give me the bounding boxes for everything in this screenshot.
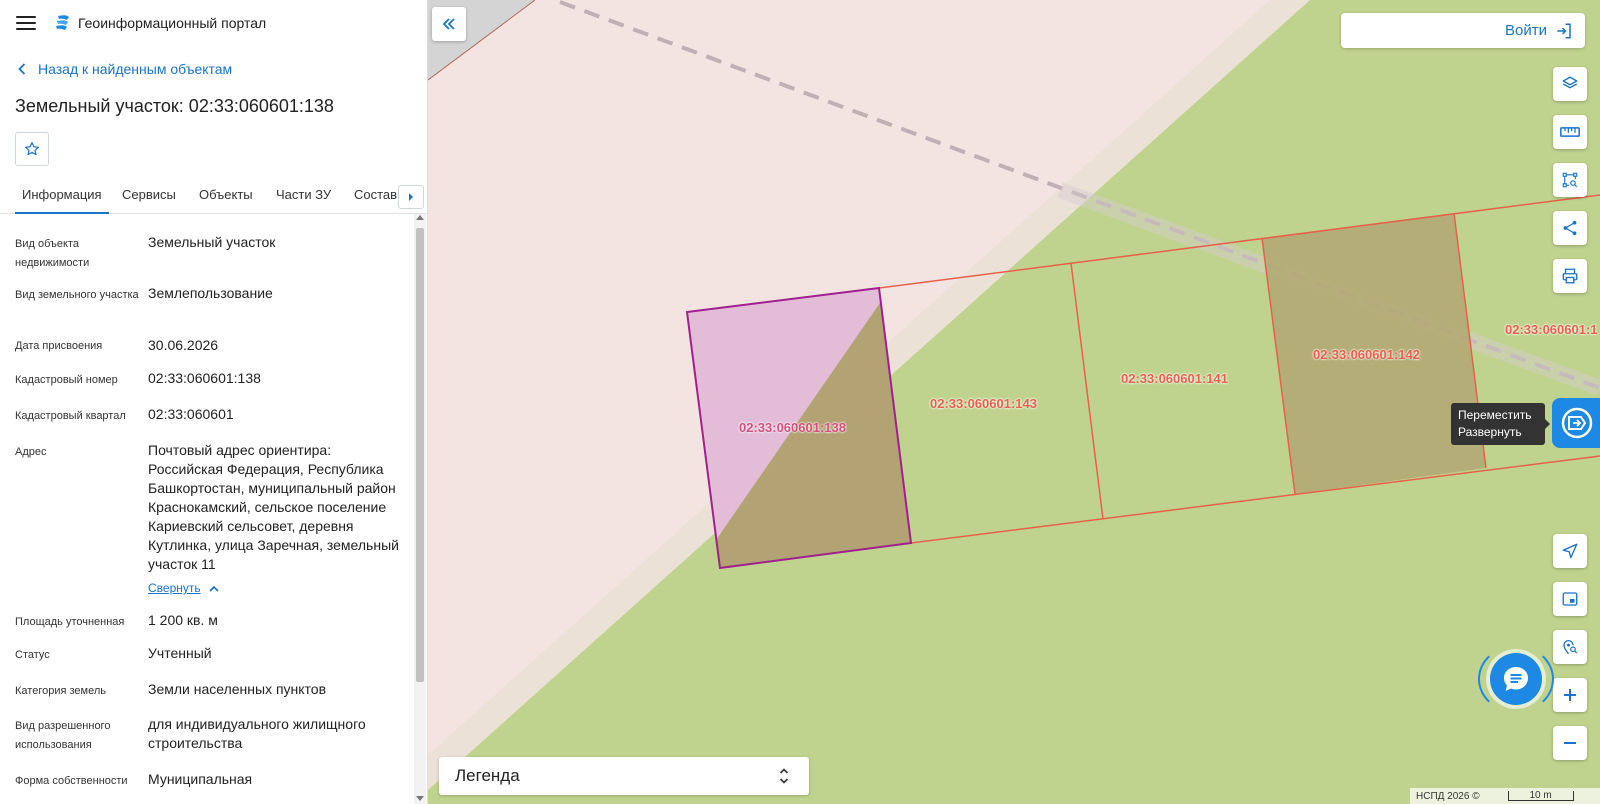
print-icon xyxy=(1562,268,1578,284)
tab-composition[interactable]: Состав xyxy=(354,180,397,214)
burger-menu-icon[interactable] xyxy=(16,16,36,30)
property-label: Кадастровый номер xyxy=(15,374,118,386)
chat-button[interactable] xyxy=(1490,653,1542,705)
property-value: для индивидуального жилищного строительс… xyxy=(148,716,366,751)
zoom-in-button[interactable] xyxy=(1553,678,1587,712)
drag-handle-button[interactable] xyxy=(1552,398,1600,448)
tabs-next-button[interactable] xyxy=(398,185,424,209)
property-value: Учтенный xyxy=(148,645,212,661)
property-label: Вид земельного участка xyxy=(15,289,139,301)
parcel-label[interactable]: 02:33:060601:141 xyxy=(1121,371,1228,386)
tab-information[interactable]: Информация xyxy=(15,180,109,214)
double-chevron-left-icon xyxy=(442,18,455,30)
navigation-arrow-icon xyxy=(1562,543,1578,559)
scroll-down-arrow[interactable] xyxy=(416,796,424,801)
tab-bar: Информация Сервисы Объекты Части ЗУ Сост… xyxy=(0,180,427,214)
back-link-label: Назад к найденным объектам xyxy=(38,61,233,77)
properties-list: Вид объекта недвижимости Земельный участ… xyxy=(0,214,414,804)
property-value: Муниципальная xyxy=(148,771,253,787)
property-label: Дата присвоения xyxy=(15,340,103,352)
tab-objects[interactable]: Объекты xyxy=(199,180,253,214)
property-label: Категория земель xyxy=(15,685,106,697)
minimap-button[interactable] xyxy=(1553,582,1587,616)
property-value: 02:33:060601:138 xyxy=(148,370,261,386)
area-select-button[interactable] xyxy=(1553,163,1587,197)
star-icon xyxy=(25,142,39,156)
property-label: Статус xyxy=(15,649,50,661)
legend-dropdown[interactable]: Легенда xyxy=(439,757,809,795)
parcel-label[interactable]: 02:33:060601:143 xyxy=(930,396,1037,411)
property-value: 1 200 кв. м xyxy=(148,612,218,628)
chat-icon xyxy=(1504,667,1528,691)
properties-scrollbar[interactable] xyxy=(414,214,426,804)
tooltip-line: Развернуть xyxy=(1458,425,1522,439)
login-button[interactable]: Войти xyxy=(1341,13,1585,48)
collapse-label: Свернуть xyxy=(148,581,201,595)
scroll-thumb[interactable] xyxy=(416,228,424,682)
parcel-label[interactable]: 02:33:060601:142 xyxy=(1313,347,1420,362)
attribution-text: НСПД 2026 © xyxy=(1416,790,1480,802)
map-view[interactable]: 02:33:060601:138 02:33:060601:143 02:33:… xyxy=(428,0,1600,804)
property-value: 02:33:060601 xyxy=(148,406,234,422)
property-value: 30.06.2026 xyxy=(148,337,219,353)
parcel-label-selected[interactable]: 02:33:060601:138 xyxy=(739,420,846,435)
portal-title: Геоинформационный портал xyxy=(78,15,267,31)
property-label: Площадь уточненная xyxy=(15,616,125,628)
portal-logo-icon xyxy=(56,15,69,30)
tooltip-arrow xyxy=(1545,419,1550,429)
layers-icon xyxy=(1562,76,1578,89)
property-label: Форма собственности xyxy=(15,775,128,787)
address-value: Почтовый адрес ориентира: Российская Фед… xyxy=(148,442,399,572)
property-value: Землепользование xyxy=(148,285,273,301)
locate-button[interactable] xyxy=(1553,534,1587,568)
property-label: Кадастровый квартал xyxy=(15,410,126,422)
layers-button[interactable] xyxy=(1553,67,1587,101)
minus-icon xyxy=(1564,742,1576,744)
drag-handle-icon xyxy=(1561,407,1593,439)
print-button[interactable] xyxy=(1553,259,1587,293)
ruler-icon xyxy=(1560,127,1580,137)
property-label: Адрес xyxy=(15,446,47,458)
object-title: Земельный участок: 02:33:060601:138 xyxy=(15,96,334,116)
area-select-icon xyxy=(1562,172,1578,188)
login-label: Войти xyxy=(1505,22,1547,39)
property-label: Вид объекта недвижимости xyxy=(15,238,90,269)
share-button[interactable] xyxy=(1553,211,1587,245)
back-link[interactable]: Назад к найденным объектам xyxy=(18,61,232,77)
legend-label: Легенда xyxy=(455,766,520,785)
favorite-button[interactable] xyxy=(15,132,49,166)
drag-tooltip: Переместить Развернуть xyxy=(1451,403,1550,445)
caret-right-icon xyxy=(409,193,413,201)
tooltip-line: Переместить xyxy=(1458,408,1532,422)
share-icon xyxy=(1563,220,1577,236)
chevron-left-icon xyxy=(18,63,26,75)
collapse-address-link[interactable]: Свернуть xyxy=(148,581,219,595)
scroll-up-arrow[interactable] xyxy=(416,215,424,220)
tab-services[interactable]: Сервисы xyxy=(122,180,176,214)
property-value: Земли населенных пунктов xyxy=(148,681,327,697)
chevron-up-down-icon xyxy=(779,768,789,784)
collapse-panel-button[interactable] xyxy=(432,7,466,41)
location-search-icon xyxy=(1563,639,1578,655)
parcel-label[interactable]: 02:33:060601:1 xyxy=(1505,322,1598,337)
zoom-out-button[interactable] xyxy=(1553,726,1587,760)
map-attribution: НСПД 2026 © 10 m xyxy=(1410,788,1600,804)
left-panel: Геоинформационный портал Назад к найденн… xyxy=(0,0,428,804)
sign-in-icon xyxy=(1557,23,1571,38)
tab-parts[interactable]: Части ЗУ xyxy=(276,180,331,214)
property-label: Вид разрешенного использования xyxy=(15,720,111,751)
measure-button[interactable] xyxy=(1553,115,1587,149)
chevron-up-icon xyxy=(209,585,219,592)
plus-icon xyxy=(1564,689,1576,701)
scale-label: 10 m xyxy=(1529,790,1552,801)
scale-bar: 10 m xyxy=(1507,790,1574,801)
geo-search-button[interactable] xyxy=(1553,630,1587,664)
property-value: Земельный участок xyxy=(148,234,276,250)
minimap-icon xyxy=(1562,592,1578,606)
panel-header: Геоинформационный портал xyxy=(0,0,427,46)
